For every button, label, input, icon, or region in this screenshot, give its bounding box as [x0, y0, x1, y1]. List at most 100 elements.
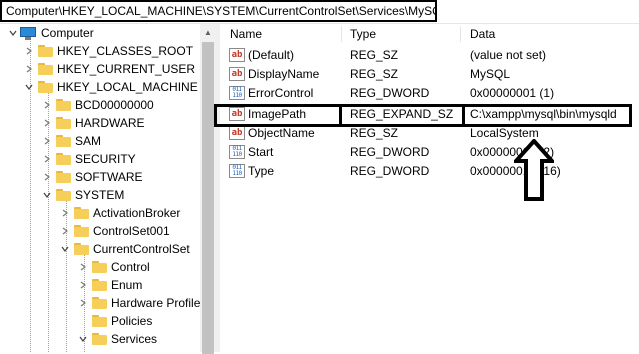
- tree-item-activationbroker[interactable]: ActivationBroker: [60, 204, 180, 222]
- folder-icon: [74, 243, 89, 255]
- scrollbar-thumb[interactable]: [202, 42, 214, 354]
- computer-icon: [20, 26, 36, 40]
- tree-item-label: Services: [111, 332, 158, 346]
- chevron-right-icon[interactable]: [42, 96, 52, 114]
- tree-item-label: CurrentControlSet: [93, 242, 190, 256]
- tree-item-label: Enum: [111, 278, 143, 292]
- chevron-right-icon[interactable]: [42, 114, 52, 132]
- tree-item-label: Policies: [111, 314, 153, 328]
- folder-icon: [92, 279, 107, 291]
- table-row[interactable]: 011 110 Start REG_DWORD 0x00000002 (2): [220, 143, 639, 162]
- tree-item-label: Computer: [41, 26, 94, 40]
- tree-item-security[interactable]: SECURITY: [42, 150, 136, 168]
- tree-item-label: Control: [111, 260, 150, 274]
- column-divider[interactable]: [341, 26, 342, 42]
- tree-item-control[interactable]: Control: [78, 258, 150, 276]
- binary-value-icon: 011 110: [229, 145, 245, 159]
- value-type: REG_DWORD: [350, 145, 430, 159]
- tree-item-computer[interactable]: Computer: [8, 24, 94, 42]
- column-divider[interactable]: [460, 26, 461, 42]
- value-data: 0x00000001 (1): [470, 86, 555, 100]
- tree-item-sam[interactable]: SAM: [42, 132, 101, 150]
- column-header-data[interactable]: Data: [470, 24, 495, 44]
- tree-item-hardware-profiles[interactable]: Hardware Profiles: [78, 294, 206, 312]
- chevron-right-icon[interactable]: [42, 150, 52, 168]
- highlight-divider: [339, 104, 342, 127]
- tree-item-label: ActivationBroker: [93, 206, 181, 220]
- chevron-right-icon[interactable]: [24, 42, 34, 60]
- folder-icon: [92, 315, 107, 327]
- string-value-icon: ab: [229, 126, 245, 140]
- tree-item-controlset001[interactable]: ControlSet001: [60, 222, 170, 240]
- chevron-down-icon[interactable]: [60, 240, 70, 258]
- tree-item-hardware[interactable]: HARDWARE: [42, 114, 145, 132]
- folder-icon: [56, 153, 71, 165]
- chevron-right-icon[interactable]: [78, 294, 88, 312]
- table-row[interactable]: ab DisplayName REG_SZ MySQL: [220, 65, 639, 84]
- chevron-right-icon[interactable]: [78, 276, 88, 294]
- tree-item-hkey-current-user[interactable]: HKEY_CURRENT_USER: [24, 60, 195, 78]
- chevron-down-icon[interactable]: [78, 330, 88, 348]
- folder-icon: [92, 297, 107, 309]
- column-header-type[interactable]: Type: [350, 24, 376, 44]
- column-header-name[interactable]: Name: [230, 24, 262, 44]
- chevron-down-icon[interactable]: [8, 24, 18, 42]
- value-name: DisplayName: [248, 67, 320, 81]
- folder-icon: [74, 225, 89, 237]
- chevron-down-icon[interactable]: [42, 186, 52, 204]
- binary-value-icon: 011 110: [229, 164, 245, 178]
- tree-item-label: SAM: [75, 134, 102, 148]
- tree-item-hkey-local-machine[interactable]: HKEY_LOCAL_MACHINE: [24, 78, 198, 96]
- folder-icon: [38, 81, 53, 93]
- value-name: Type: [248, 164, 275, 178]
- tree-scrollbar[interactable]: ▲: [200, 24, 216, 354]
- value-data: MySQL: [470, 67, 511, 81]
- chevron-right-icon[interactable]: [60, 204, 70, 222]
- tree-item-bcd[interactable]: BCD00000000: [42, 96, 154, 114]
- folder-icon: [56, 117, 71, 129]
- tree-item-software[interactable]: SOFTWARE: [42, 168, 143, 186]
- chevron-right-icon[interactable]: [24, 60, 34, 78]
- highlight-divider: [462, 104, 465, 127]
- tree-item-label: ControlSet001: [93, 224, 170, 238]
- binary-value-icon: 011 110: [229, 86, 245, 100]
- tree-item-currentcontrolset[interactable]: CurrentControlSet: [60, 240, 190, 258]
- folder-icon: [56, 135, 71, 147]
- up-arrow-icon: [514, 139, 554, 201]
- table-row[interactable]: ab (Default) REG_SZ (value not set): [220, 46, 639, 65]
- values-list: Name Type Data ab (Default) REG_SZ (valu…: [220, 24, 639, 352]
- tree-item-enum[interactable]: Enum: [78, 276, 142, 294]
- tree-item-policies[interactable]: Policies: [78, 312, 152, 330]
- value-name: (Default): [248, 48, 295, 62]
- chevron-right-icon[interactable]: [60, 222, 70, 240]
- value-type: REG_DWORD: [350, 86, 430, 100]
- chevron-right-icon[interactable]: [42, 132, 52, 150]
- tree-item-label: SECURITY: [75, 152, 136, 166]
- value-data: (value not set): [470, 48, 547, 62]
- folder-icon: [56, 189, 71, 201]
- value-type: REG_DWORD: [350, 164, 430, 178]
- tree-item-system[interactable]: SYSTEM: [42, 186, 124, 204]
- tree-item-label: SOFTWARE: [75, 170, 143, 184]
- scroll-up-arrow-icon[interactable]: ▲: [200, 24, 216, 40]
- address-bar[interactable]: Computer\HKEY_LOCAL_MACHINE\SYSTEM\Curre…: [0, 0, 437, 22]
- registry-tree: Computer HKEY_CLASSES_ROOT HKEY_CURRENT_…: [0, 24, 216, 352]
- chevron-right-icon[interactable]: [42, 168, 52, 186]
- folder-icon: [92, 261, 107, 273]
- table-row[interactable]: 011 110 ErrorControl REG_DWORD 0x00000001…: [220, 84, 639, 103]
- tree-item-label: Hardware Profiles: [111, 296, 207, 310]
- string-value-icon: ab: [229, 67, 245, 81]
- highlight-box: [214, 104, 632, 127]
- tree-item-hkey-classes-root[interactable]: HKEY_CLASSES_ROOT: [24, 42, 193, 60]
- chevron-down-icon[interactable]: [24, 78, 34, 96]
- value-name: ErrorControl: [248, 86, 314, 100]
- chevron-right-icon[interactable]: [78, 258, 88, 276]
- tree-item-services[interactable]: Services: [78, 330, 157, 348]
- folder-icon: [92, 333, 107, 345]
- folder-icon: [56, 171, 71, 183]
- tree-item-label: SYSTEM: [75, 188, 125, 202]
- table-row[interactable]: 011 110 Type REG_DWORD 0x00000010 (16): [220, 162, 639, 181]
- value-type: REG_SZ: [350, 67, 399, 81]
- folder-icon: [38, 63, 53, 75]
